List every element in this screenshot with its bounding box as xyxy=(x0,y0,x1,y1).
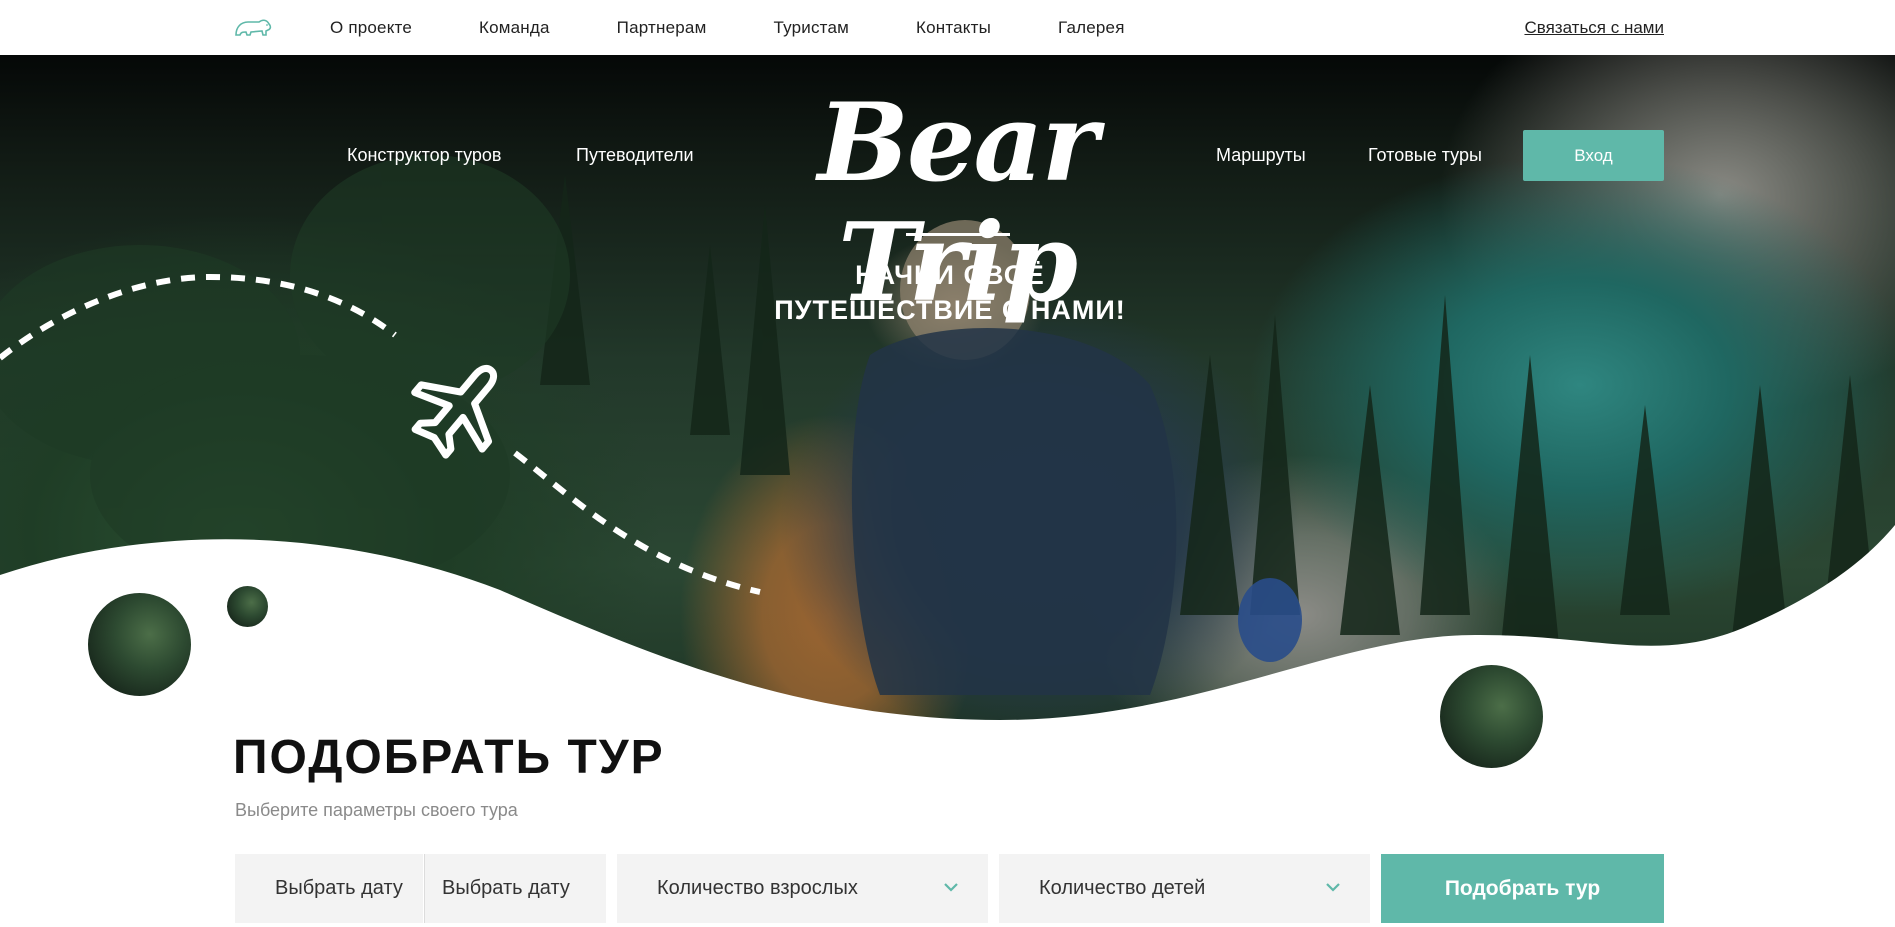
children-select-label: Количество детей xyxy=(1039,877,1206,899)
chevron-down-icon xyxy=(944,883,958,892)
airplane-icon xyxy=(411,364,498,459)
nav-link-partners[interactable]: Партнерам xyxy=(617,18,707,38)
decorative-photo-circle-large-left xyxy=(88,593,191,696)
decorative-photo-circle-right xyxy=(1440,665,1543,768)
top-navigation: О проекте Команда Партнерам Туристам Кон… xyxy=(0,0,1895,55)
nav-link-about[interactable]: О проекте xyxy=(330,18,412,38)
nav-link-tourists[interactable]: Туристам xyxy=(773,18,849,38)
tour-picker-subtitle: Выберите параметры своего тура xyxy=(235,800,518,820)
tour-picker-title: ПОДОБРАТЬ ТУР xyxy=(233,731,665,784)
decorative-photo-circle-small xyxy=(227,586,268,627)
nav-link-team[interactable]: Команда xyxy=(479,18,550,38)
children-select[interactable]: Количество детей xyxy=(999,854,1370,923)
contact-us-link[interactable]: Связаться с нами xyxy=(1524,18,1664,38)
nav-link-gallery[interactable]: Галерея xyxy=(1058,18,1125,38)
adults-select[interactable]: Количество взрослых xyxy=(617,854,988,923)
find-tour-button[interactable]: Подобрать тур xyxy=(1381,854,1664,923)
bear-logo-icon[interactable] xyxy=(233,13,273,39)
flight-path-decoration xyxy=(0,273,761,595)
nav-link-contacts[interactable]: Контакты xyxy=(916,18,991,38)
date-from-field[interactable]: Выбрать дату xyxy=(235,854,423,923)
adults-select-label: Количество взрослых xyxy=(657,877,858,899)
date-to-field[interactable]: Выбрать дату xyxy=(424,854,606,923)
chevron-down-icon xyxy=(1326,883,1340,892)
top-nav-links: О проекте Команда Партнерам Туристам Кон… xyxy=(330,0,1192,55)
